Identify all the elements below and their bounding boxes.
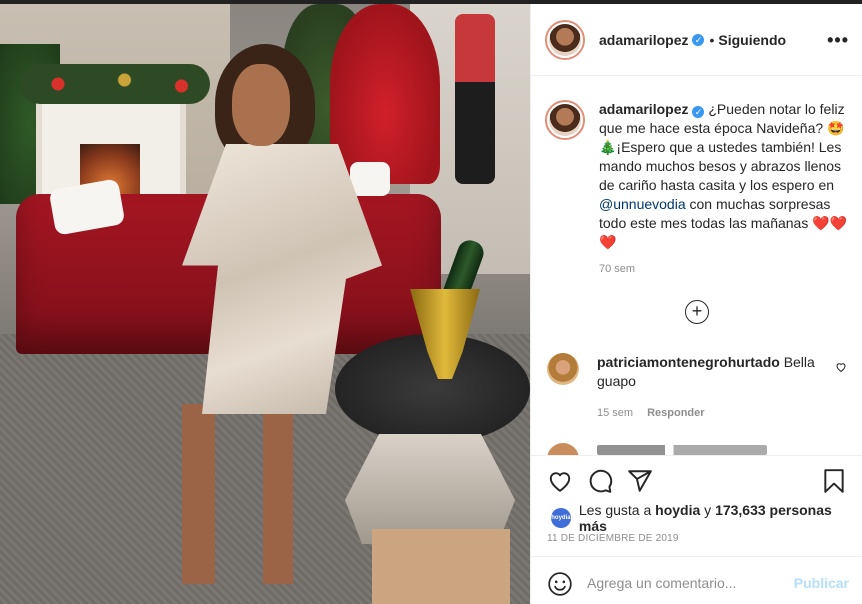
photo-red-tree xyxy=(330,4,440,184)
caption-mention-link[interactable]: @unnuevodia xyxy=(599,196,686,212)
load-more-comments-icon[interactable]: + xyxy=(685,300,709,324)
likes-text[interactable]: Les gusta a hoydia y 173,633 personas má… xyxy=(579,502,862,534)
photo-legs xyxy=(170,404,320,584)
bookmark-icon[interactable] xyxy=(821,468,847,494)
comment-meta: 15 sem Responder xyxy=(597,407,705,419)
post-caption: adamarilopez ✓ ¿Pueden notar lo feliz que… xyxy=(545,100,850,252)
publish-button[interactable]: Publicar xyxy=(794,575,849,591)
comment-item: patriciamontenegrohurtado Bella guapo xyxy=(547,353,847,391)
caption-text: adamarilopez ✓ ¿Pueden notar lo feliz que… xyxy=(599,100,849,252)
heart-icon[interactable] xyxy=(547,468,573,494)
author-username[interactable]: adamarilopez xyxy=(599,32,688,48)
add-comment-bar: Publicar xyxy=(531,556,862,604)
caption-avatar[interactable] xyxy=(545,100,585,140)
likes-summary: hoydia Les gusta a hoydia y 173,633 pers… xyxy=(551,502,862,534)
verified-badge-icon: ✓ xyxy=(692,33,705,46)
instagram-post: adamarilopez ✓ • Siguiendo ••• adamarilo… xyxy=(0,0,862,604)
author-avatar-image xyxy=(549,23,581,56)
emoji-icon[interactable] xyxy=(547,571,573,597)
author-avatar[interactable] xyxy=(545,19,585,60)
next-comment-partial xyxy=(547,443,847,455)
liker-username[interactable]: hoydia xyxy=(655,502,700,518)
photo-face xyxy=(232,64,290,146)
likes-prefix: Les gusta a xyxy=(578,502,656,518)
next-commenter-avatar[interactable] xyxy=(547,443,579,455)
commenter-avatar[interactable] xyxy=(547,353,579,385)
comment-like-heart-icon[interactable] xyxy=(835,361,847,373)
commenter-username[interactable]: patriciamontenegrohurtado xyxy=(597,354,780,370)
comment-text: patriciamontenegrohurtado Bella guapo xyxy=(597,353,822,391)
photo-nutcracker xyxy=(455,14,495,184)
header-separator: • xyxy=(709,31,715,48)
add-comment-input[interactable] xyxy=(587,575,787,591)
photo-table-base xyxy=(345,434,515,544)
post-side-panel: adamarilopez ✓ • Siguiendo ••• adamarilo… xyxy=(530,4,862,604)
comment-timestamp[interactable]: 15 sem xyxy=(597,407,633,419)
photo-pillow-right xyxy=(350,162,390,196)
more-options-icon[interactable]: ••• xyxy=(827,30,849,51)
post-photo[interactable] xyxy=(0,4,530,604)
post-date[interactable]: 11 DE DICIEMBRE DE 2019 xyxy=(547,533,679,544)
caption-avatar-image xyxy=(549,104,581,136)
photo-crate xyxy=(372,529,510,604)
caption-timestamp[interactable]: 70 sem xyxy=(599,263,635,275)
caption-username[interactable]: adamarilopez xyxy=(599,101,688,117)
liker-avatar[interactable]: hoydia xyxy=(551,508,571,528)
post-header: adamarilopez ✓ • Siguiendo ••• xyxy=(531,4,862,76)
post-actions-bar xyxy=(531,455,862,503)
reply-button[interactable]: Responder xyxy=(647,407,704,419)
share-icon[interactable] xyxy=(627,468,653,494)
likes-conjunction: y xyxy=(700,502,716,518)
photo-garland xyxy=(20,64,210,104)
next-comment-text xyxy=(597,445,767,455)
following-button[interactable]: Siguiendo xyxy=(718,32,786,48)
verified-badge-icon: ✓ xyxy=(692,106,705,118)
comment-icon[interactable] xyxy=(587,468,613,494)
